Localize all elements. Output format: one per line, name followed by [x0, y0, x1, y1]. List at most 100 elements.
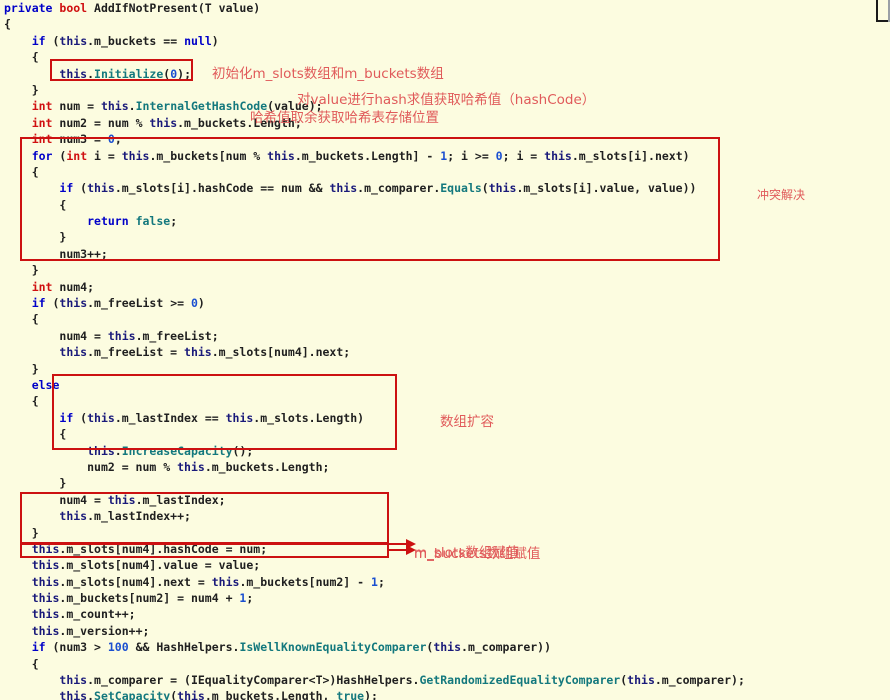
annotation-hash-position: 哈希值取余获取哈希表存储位置	[250, 110, 439, 126]
code-token: return	[87, 214, 129, 229]
code-line: if (this.m_buckets == null)	[0, 33, 890, 49]
code-line: }	[0, 262, 890, 278]
code-token: this	[31, 591, 60, 606]
code-token: this	[31, 558, 60, 573]
code-line: this.m_lastIndex++;	[0, 508, 890, 524]
code-token: this	[59, 509, 88, 524]
code-line: {	[0, 656, 890, 672]
code-token: this	[87, 410, 115, 425]
code-token: this	[329, 181, 358, 196]
code-token: num3 =	[52, 132, 108, 147]
code-line: this.Initialize(0);	[0, 66, 890, 82]
code-line: this.m_count++;	[0, 606, 890, 622]
code-token: (	[481, 181, 489, 196]
code-token: .	[87, 66, 95, 81]
code-token: int	[31, 115, 53, 130]
window-corner-artifact-vertical	[876, 0, 878, 22]
code-token: {	[31, 394, 39, 409]
code-token: .m_slots[i].next)	[571, 148, 690, 163]
code-token: .m_slots[num4].next;	[211, 345, 351, 360]
code-token: }	[59, 476, 67, 491]
code-token: int	[66, 148, 88, 163]
code-token: if	[31, 296, 46, 311]
code-token: .m_slots[num4].hashCode = num;	[59, 541, 268, 556]
code-token: (	[45, 296, 60, 311]
code-token: }	[31, 263, 39, 278]
code-token: this	[87, 181, 115, 196]
code-token: this	[31, 541, 60, 556]
code-token: .m_freeList >=	[87, 296, 191, 311]
code-token: .	[87, 689, 95, 700]
code-token: if	[31, 33, 46, 48]
code-token: this	[59, 66, 88, 81]
code-token: int	[31, 99, 53, 114]
code-line: this.m_buckets[num2] = num4 + 1;	[0, 590, 890, 606]
code-token: this	[100, 99, 129, 114]
code-listing-page: private bool AddIfNotPresent(T value){ i…	[0, 0, 890, 700]
code-line: {	[0, 164, 890, 180]
code-token: this	[31, 623, 60, 638]
annotation-array-expand: 数组扩容	[440, 414, 494, 430]
code-line: num4 = this.m_freeList;	[0, 328, 890, 344]
code-token: {	[31, 50, 39, 65]
code-token: this	[59, 296, 88, 311]
code-line: this.SetCapacity(this.m_buckets.Length, …	[0, 688, 890, 700]
code-token: num4 =	[59, 328, 108, 343]
code-token: this	[59, 33, 88, 48]
annotation-hash-value: 对value进行hash求值获取哈希值（hashCode）	[297, 92, 596, 108]
code-token: this	[433, 640, 462, 655]
code-token: .m_slots[num4].value = value;	[59, 558, 261, 573]
code-token: ;	[246, 591, 254, 606]
code-token: null	[184, 33, 212, 48]
code-token: 1	[371, 574, 378, 589]
code-token: .m_freeList;	[135, 328, 219, 343]
code-token: this	[177, 459, 205, 474]
code-token: IncreaseCapacity	[121, 443, 233, 458]
code-token: {	[59, 197, 67, 212]
code-token: if	[31, 640, 46, 655]
code-token: .m_comparer = (IEqualityComparer<T>)Hash…	[87, 673, 420, 688]
code-token: );	[177, 66, 192, 81]
code-token: num2 = num %	[52, 115, 150, 130]
code-token: num =	[52, 99, 101, 114]
code-line: if (this.m_freeList >= 0)	[0, 295, 890, 311]
code-line: num3++;	[0, 246, 890, 262]
code-token: int	[31, 132, 53, 147]
code-token: );	[364, 689, 378, 700]
code-token: IsWellKnownEqualityComparer	[239, 640, 427, 655]
code-token: 100	[107, 640, 129, 655]
code-token: this	[87, 443, 115, 458]
code-token: for	[31, 148, 53, 163]
code-line: this.m_version++;	[0, 623, 890, 639]
code-line: return false;	[0, 213, 890, 229]
code-token: .m_buckets[num %	[149, 148, 268, 163]
code-line: int num2 = num % this.m_buckets.Length;	[0, 115, 890, 131]
annotation-conflict-resolve: 冲突解决	[757, 188, 806, 202]
code-token: 0	[190, 296, 198, 311]
code-token: this	[627, 673, 655, 688]
code-token: this	[59, 345, 88, 360]
code-line: }	[0, 361, 890, 377]
code-token: this	[31, 574, 60, 589]
code-token: .m_slots[num4].next =	[59, 574, 212, 589]
code-token: AddIfNotPresent(T value)	[87, 1, 261, 15]
code-token: bool	[59, 1, 88, 15]
code-token: )	[197, 296, 205, 311]
code-line: this .m_comparer = (IEqualityComparer<T>)…	[0, 672, 890, 688]
code-line: int num4;	[0, 279, 890, 295]
code-line: for (int i = this.m_buckets[num % this.m…	[0, 148, 890, 164]
code-token: this	[225, 410, 254, 425]
code-line: if (num3 > 100 && HashHelpers.IsWellKnow…	[0, 639, 890, 655]
code-token: int	[31, 279, 53, 294]
code-token: this	[107, 492, 136, 507]
code-token: .m_version++;	[59, 623, 150, 638]
code-token: num3++;	[59, 246, 108, 261]
code-token: .m_comparer))	[461, 640, 552, 655]
code-token: .	[114, 443, 122, 458]
code-token: ; i >=	[447, 148, 496, 163]
code-token: .m_buckets.Length] -	[294, 148, 441, 163]
code-token: {	[31, 656, 39, 671]
code-token: 0	[107, 132, 115, 147]
code-line: {	[0, 393, 890, 409]
